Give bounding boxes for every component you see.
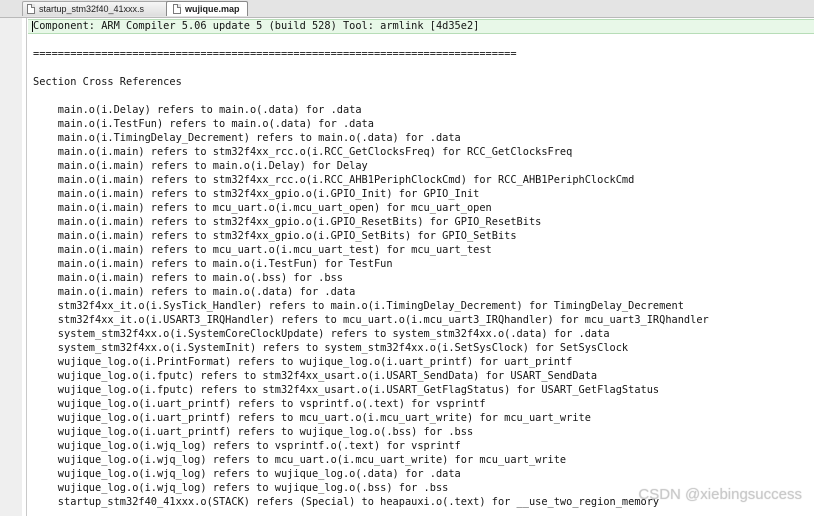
margin-divider (26, 18, 27, 516)
editor-margin (0, 18, 22, 516)
editor-line[interactable]: main.o(i.main) refers to main.o(i.TestFu… (33, 257, 393, 271)
editor-line[interactable]: main.o(i.main) refers to main.o(i.Delay)… (33, 159, 368, 173)
tab-bar: startup_stm32f40_41xxx.s wujique.map (0, 0, 814, 18)
editor-line[interactable]: stm32f4xx_it.o(i.SysTick_Handler) refers… (33, 299, 684, 313)
editor-line[interactable]: main.o(i.TimingDelay_Decrement) refers t… (33, 131, 461, 145)
editor-line[interactable]: wujique_log.o(i.wjq_log) refers to wujiq… (33, 481, 449, 495)
editor-line[interactable]: wujique_log.o(i.fputc) refers to stm32f4… (33, 369, 597, 383)
editor-line[interactable]: main.o(i.TestFun) refers to main.o(.data… (33, 117, 374, 131)
tab-map-file[interactable]: wujique.map (166, 1, 248, 16)
editor-line[interactable]: main.o(i.main) refers to mcu_uart.o(i.mc… (33, 243, 492, 257)
editor-line[interactable]: main.o(i.main) refers to stm32f4xx_gpio.… (33, 187, 480, 201)
editor-line[interactable]: system_stm32f4xx.o(i.SystemCoreClockUpda… (33, 327, 610, 341)
editor-line[interactable]: system_stm32f4xx.o(i.SystemInit) refers … (33, 341, 628, 355)
editor-line[interactable]: wujique_log.o(i.wjq_log) refers to mcu_u… (33, 453, 566, 467)
editor-line[interactable]: Section Cross References (33, 75, 182, 89)
editor-line[interactable]: wujique_log.o(i.uart_printf) refers to w… (33, 425, 473, 439)
editor-line[interactable]: wujique_log.o(i.uart_printf) refers to v… (33, 397, 486, 411)
editor-line[interactable]: wujique_log.o(i.uart_printf) refers to m… (33, 411, 591, 425)
editor-line[interactable]: Component: ARM Compiler 5.06 update 5 (b… (33, 19, 479, 33)
watermark: CSDN @xiebingsuccess (638, 486, 802, 503)
editor-line[interactable]: wujique_log.o(i.PrintFormat) refers to w… (33, 355, 573, 369)
tab-startup-file[interactable]: startup_stm32f40_41xxx.s (22, 1, 176, 16)
editor-line[interactable]: main.o(i.main) refers to stm32f4xx_rcc.o… (33, 173, 635, 187)
editor-line[interactable]: main.o(i.Delay) refers to main.o(.data) … (33, 103, 362, 117)
editor-line[interactable]: main.o(i.main) refers to stm32f4xx_gpio.… (33, 229, 517, 243)
editor-line[interactable]: main.o(i.main) refers to main.o(.data) f… (33, 285, 356, 299)
tab-label: startup_stm32f40_41xxx.s (39, 4, 145, 14)
tab-label: wujique.map (185, 4, 240, 14)
editor-line[interactable]: stm32f4xx_it.o(i.USART3_IRQHandler) refe… (33, 313, 709, 327)
editor-line[interactable]: startup_stm32f40_41xxx.o(STACK) refers (… (33, 495, 659, 509)
file-icon (173, 4, 181, 14)
file-icon (27, 4, 35, 14)
editor-line[interactable]: main.o(i.main) refers to main.o(.bss) fo… (33, 271, 343, 285)
editor-line[interactable]: ========================================… (33, 47, 517, 61)
editor-line[interactable]: wujique_log.o(i.wjq_log) refers to vspri… (33, 439, 461, 453)
editor-line[interactable]: main.o(i.main) refers to stm32f4xx_gpio.… (33, 215, 542, 229)
text-editor[interactable]: Component: ARM Compiler 5.06 update 5 (b… (28, 18, 814, 516)
editor-line[interactable]: wujique_log.o(i.fputc) refers to stm32f4… (33, 383, 659, 397)
editor-line[interactable]: main.o(i.main) refers to stm32f4xx_rcc.o… (33, 145, 573, 159)
editor-line[interactable]: wujique_log.o(i.wjq_log) refers to wujiq… (33, 467, 461, 481)
editor-line[interactable]: main.o(i.main) refers to mcu_uart.o(i.mc… (33, 201, 492, 215)
